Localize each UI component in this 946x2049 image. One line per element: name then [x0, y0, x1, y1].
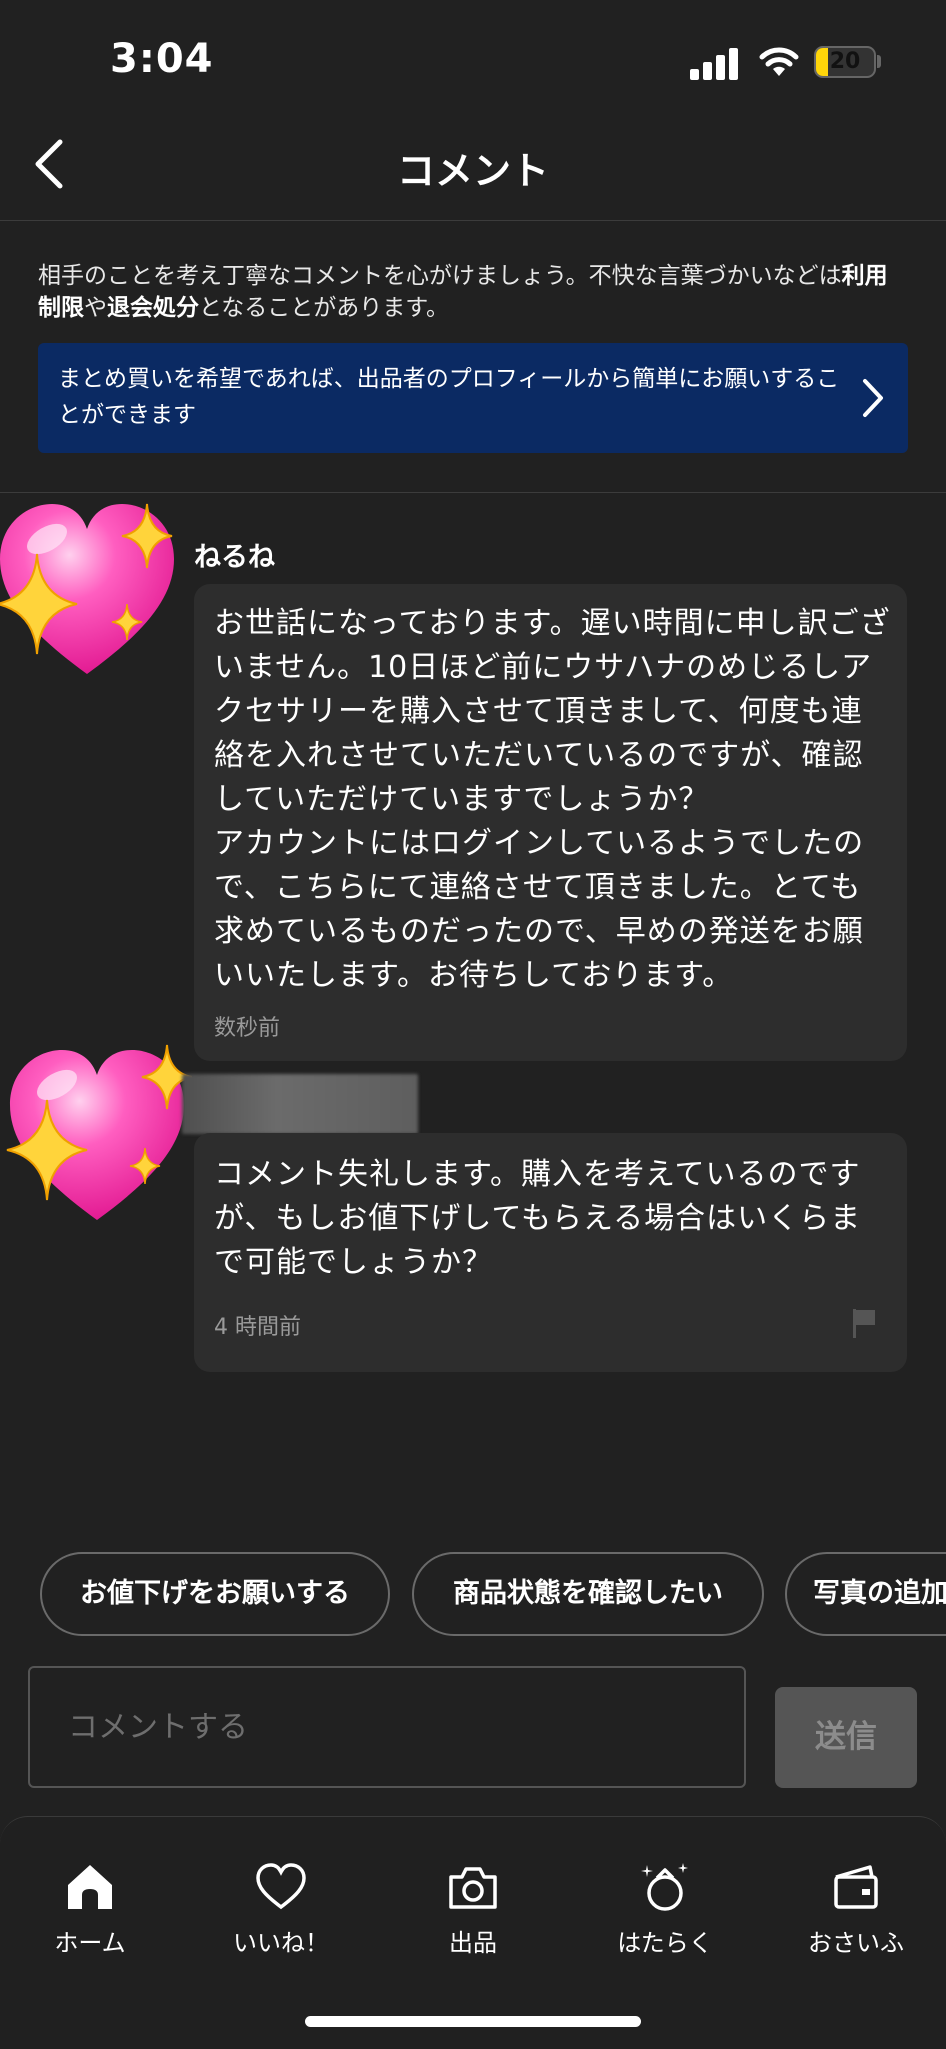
banner-divider: [0, 492, 946, 493]
notice-text-1: 相手のことを考え丁寧なコメントを心がけましょう。不快な言葉づかいなどは: [38, 263, 842, 289]
send-button[interactable]: 送信: [775, 1687, 917, 1788]
banner-text: まとめ買いを希望であれば、出品者のプロフィールから簡単にお願いすることができます: [58, 366, 840, 428]
wallet-icon: [834, 1865, 878, 1909]
report-flag-icon[interactable]: [851, 1307, 877, 1339]
nav-label-wallet: おさいふ: [808, 1929, 904, 1957]
avatar-heart-sparkle-icon[interactable]: [2, 1040, 192, 1230]
home-icon: [68, 1865, 112, 1909]
nav-label-work: はたらく: [617, 1929, 713, 1957]
chevron-right-icon: [863, 379, 883, 417]
sparkle-bag-icon: [641, 1863, 688, 1911]
bottom-nav: ホーム いいね！ 出品 はたらく おさいふ: [0, 1816, 946, 2049]
page-title: コメント: [396, 149, 549, 193]
quick-reply-item-condition[interactable]: 商品状態を確認したい: [412, 1552, 764, 1636]
notice-text-2: や: [84, 295, 107, 321]
comment-guideline-notice: 相手のことを考え丁寧なコメントを心がけましょう。不快な言葉づかいなどは利用制限や…: [38, 260, 908, 324]
comment-text: お世話になっております。遅い時間に申し訳ございません。10日ほど前にウサハナのめ…: [214, 606, 891, 993]
quick-reply-price-reduction[interactable]: お値下げをお願いする: [40, 1552, 390, 1636]
notice-bold-withdrawal: 退会処分: [107, 295, 199, 321]
avatar-heart-sparkle-icon[interactable]: [0, 494, 182, 684]
battery-tip: [877, 55, 881, 68]
battery-icon: 20: [814, 46, 876, 78]
comment-text: コメント失礼します。購入を考えているのですが、もしお値下げしてもらえる場合はいく…: [214, 1157, 862, 1280]
camera-icon: [449, 1867, 497, 1909]
nav-label-sell: 出品: [449, 1929, 497, 1957]
nav-item-likes[interactable]: いいね！: [206, 1861, 356, 1958]
signal-icon: [690, 46, 740, 80]
status-time: 3:04: [110, 36, 214, 82]
commenter-name-redacted: [182, 1074, 418, 1134]
wifi-icon: [759, 47, 799, 76]
quick-reply-add-photos[interactable]: 写真の追加: [785, 1552, 946, 1636]
heart-icon: [256, 1863, 306, 1910]
nav-item-wallet[interactable]: おさいふ: [781, 1861, 931, 1958]
nav-label-home: ホーム: [54, 1929, 126, 1957]
comment-input[interactable]: [28, 1666, 746, 1788]
nav-label-likes: いいね！: [233, 1929, 329, 1957]
nav-item-home[interactable]: ホーム: [15, 1861, 165, 1958]
bundle-purchase-banner[interactable]: まとめ買いを希望であれば、出品者のプロフィールから簡単にお願いすることができます: [38, 343, 908, 453]
comment-timestamp: 数秒前: [214, 1016, 281, 1041]
home-indicator: [305, 2016, 641, 2027]
comment-bubble: お世話になっております。遅い時間に申し訳ございません。10日ほど前にウサハナのめ…: [194, 584, 907, 1061]
header-divider: [0, 220, 946, 221]
comment-timestamp: 4 時間前: [214, 1315, 301, 1340]
commenter-name[interactable]: ねるね: [194, 535, 275, 574]
notice-text-3: となることがあります。: [199, 295, 450, 321]
comment-bubble: コメント失礼します。購入を考えているのですが、もしお値下げしてもらえる場合はいく…: [194, 1133, 907, 1372]
battery-level: 20: [829, 49, 861, 74]
nav-item-work[interactable]: はたらく: [590, 1861, 740, 1958]
nav-item-sell[interactable]: 出品: [398, 1861, 548, 1958]
